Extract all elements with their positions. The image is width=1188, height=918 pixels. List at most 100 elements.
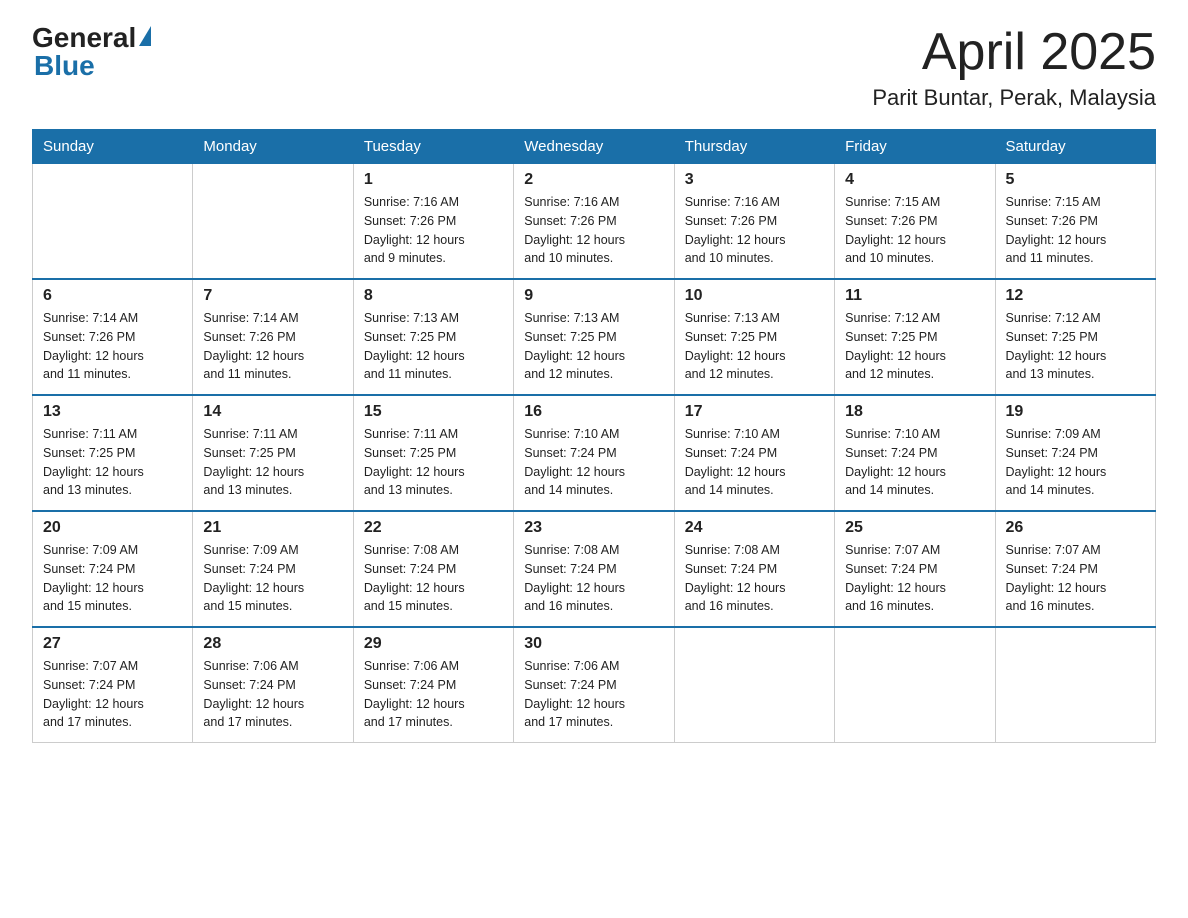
day-number: 18 (845, 403, 984, 421)
day-number: 28 (203, 635, 342, 653)
day-info: Sunrise: 7:11 AM Sunset: 7:25 PM Dayligh… (43, 425, 182, 500)
calendar-header: SundayMondayTuesdayWednesdayThursdayFrid… (33, 130, 1156, 164)
day-info: Sunrise: 7:10 AM Sunset: 7:24 PM Dayligh… (845, 425, 984, 500)
calendar-day-cell: 22 Sunrise: 7:08 AM Sunset: 7:24 PM Dayli… (353, 511, 513, 627)
logo-general: General (32, 24, 136, 52)
calendar-day-cell: 12 Sunrise: 7:12 AM Sunset: 7:25 PM Dayli… (995, 279, 1155, 395)
calendar-day-cell: 15Sunrise: 7:11 AM Sunset: 7:25 PM Dayli… (353, 395, 513, 511)
day-number: 14 (203, 403, 342, 421)
calendar-day-cell: 25Sunrise: 7:07 AM Sunset: 7:24 PM Dayli… (835, 511, 995, 627)
weekday-header-thursday: Thursday (674, 130, 834, 164)
day-number: 23 (524, 519, 663, 537)
weekday-header-row: SundayMondayTuesdayWednesdayThursdayFrid… (33, 130, 1156, 164)
day-number: 22 (364, 519, 503, 537)
day-info: Sunrise: 7:08 AM Sunset: 7:24 PM Dayligh… (364, 541, 503, 616)
calendar-day-cell: 23 Sunrise: 7:08 AM Sunset: 7:24 PM Dayli… (514, 511, 674, 627)
day-info: Sunrise: 7:14 AM Sunset: 7:26 PM Dayligh… (203, 309, 342, 384)
calendar-day-cell: 28 Sunrise: 7:06 AM Sunset: 7:24 PM Dayli… (193, 627, 353, 743)
calendar-day-cell: 3Sunrise: 7:16 AM Sunset: 7:26 PM Daylig… (674, 164, 834, 280)
calendar-day-cell: 4 Sunrise: 7:15 AM Sunset: 7:26 PM Daylig… (835, 164, 995, 280)
page-header: General Blue April 2025 Parit Buntar, Pe… (32, 24, 1156, 111)
calendar-day-cell (674, 627, 834, 743)
calendar-day-cell: 26 Sunrise: 7:07 AM Sunset: 7:24 PM Dayli… (995, 511, 1155, 627)
calendar-day-cell: 8 Sunrise: 7:13 AM Sunset: 7:25 PM Daylig… (353, 279, 513, 395)
calendar-day-cell (995, 627, 1155, 743)
title-block: April 2025 Parit Buntar, Perak, Malaysia (872, 24, 1156, 111)
day-number: 9 (524, 287, 663, 305)
calendar-day-cell: 24Sunrise: 7:08 AM Sunset: 7:24 PM Dayli… (674, 511, 834, 627)
day-info: Sunrise: 7:06 AM Sunset: 7:24 PM Dayligh… (524, 657, 663, 732)
day-number: 7 (203, 287, 342, 305)
calendar-day-cell: 10Sunrise: 7:13 AM Sunset: 7:25 PM Dayli… (674, 279, 834, 395)
calendar-day-cell (193, 164, 353, 280)
day-number: 10 (685, 287, 824, 305)
weekday-header-monday: Monday (193, 130, 353, 164)
weekday-header-sunday: Sunday (33, 130, 193, 164)
calendar-day-cell: 19 Sunrise: 7:09 AM Sunset: 7:24 PM Dayli… (995, 395, 1155, 511)
main-title: April 2025 (872, 24, 1156, 81)
day-info: Sunrise: 7:10 AM Sunset: 7:24 PM Dayligh… (685, 425, 824, 500)
day-number: 2 (524, 171, 663, 189)
calendar-day-cell: 27Sunrise: 7:07 AM Sunset: 7:24 PM Dayli… (33, 627, 193, 743)
day-number: 19 (1006, 403, 1145, 421)
day-number: 27 (43, 635, 182, 653)
day-info: Sunrise: 7:09 AM Sunset: 7:24 PM Dayligh… (203, 541, 342, 616)
day-info: Sunrise: 7:16 AM Sunset: 7:26 PM Dayligh… (364, 193, 503, 268)
calendar-table: SundayMondayTuesdayWednesdayThursdayFrid… (32, 129, 1156, 743)
day-info: Sunrise: 7:12 AM Sunset: 7:25 PM Dayligh… (1006, 309, 1145, 384)
day-number: 24 (685, 519, 824, 537)
day-number: 4 (845, 171, 984, 189)
day-number: 26 (1006, 519, 1145, 537)
day-number: 5 (1006, 171, 1145, 189)
calendar-body: 1 Sunrise: 7:16 AM Sunset: 7:26 PM Daylig… (33, 164, 1156, 743)
calendar-day-cell: 6 Sunrise: 7:14 AM Sunset: 7:26 PM Daylig… (33, 279, 193, 395)
day-number: 15 (364, 403, 503, 421)
calendar-week-row: 6 Sunrise: 7:14 AM Sunset: 7:26 PM Daylig… (33, 279, 1156, 395)
day-info: Sunrise: 7:07 AM Sunset: 7:24 PM Dayligh… (845, 541, 984, 616)
logo-triangle-icon (139, 26, 151, 46)
logo: General Blue (32, 24, 151, 80)
subtitle: Parit Buntar, Perak, Malaysia (872, 85, 1156, 111)
day-number: 11 (845, 287, 984, 305)
day-number: 12 (1006, 287, 1145, 305)
logo-blue: Blue (34, 50, 95, 81)
calendar-day-cell: 18 Sunrise: 7:10 AM Sunset: 7:24 PM Dayli… (835, 395, 995, 511)
day-number: 6 (43, 287, 182, 305)
day-info: Sunrise: 7:11 AM Sunset: 7:25 PM Dayligh… (203, 425, 342, 500)
day-info: Sunrise: 7:07 AM Sunset: 7:24 PM Dayligh… (1006, 541, 1145, 616)
calendar-day-cell: 1 Sunrise: 7:16 AM Sunset: 7:26 PM Daylig… (353, 164, 513, 280)
calendar-day-cell: 16Sunrise: 7:10 AM Sunset: 7:24 PM Dayli… (514, 395, 674, 511)
calendar-day-cell (33, 164, 193, 280)
day-info: Sunrise: 7:06 AM Sunset: 7:24 PM Dayligh… (364, 657, 503, 732)
day-info: Sunrise: 7:06 AM Sunset: 7:24 PM Dayligh… (203, 657, 342, 732)
calendar-day-cell: 14 Sunrise: 7:11 AM Sunset: 7:25 PM Dayli… (193, 395, 353, 511)
day-number: 21 (203, 519, 342, 537)
day-info: Sunrise: 7:13 AM Sunset: 7:25 PM Dayligh… (524, 309, 663, 384)
day-info: Sunrise: 7:12 AM Sunset: 7:25 PM Dayligh… (845, 309, 984, 384)
calendar-week-row: 1 Sunrise: 7:16 AM Sunset: 7:26 PM Daylig… (33, 164, 1156, 280)
weekday-header-friday: Friday (835, 130, 995, 164)
day-number: 17 (685, 403, 824, 421)
day-number: 1 (364, 171, 503, 189)
weekday-header-tuesday: Tuesday (353, 130, 513, 164)
calendar-day-cell: 17 Sunrise: 7:10 AM Sunset: 7:24 PM Dayli… (674, 395, 834, 511)
day-info: Sunrise: 7:16 AM Sunset: 7:26 PM Dayligh… (685, 193, 824, 268)
calendar-day-cell: 11 Sunrise: 7:12 AM Sunset: 7:25 PM Dayli… (835, 279, 995, 395)
day-info: Sunrise: 7:14 AM Sunset: 7:26 PM Dayligh… (43, 309, 182, 384)
calendar-week-row: 13 Sunrise: 7:11 AM Sunset: 7:25 PM Dayli… (33, 395, 1156, 511)
day-info: Sunrise: 7:16 AM Sunset: 7:26 PM Dayligh… (524, 193, 663, 268)
day-info: Sunrise: 7:15 AM Sunset: 7:26 PM Dayligh… (845, 193, 984, 268)
day-info: Sunrise: 7:13 AM Sunset: 7:25 PM Dayligh… (364, 309, 503, 384)
weekday-header-saturday: Saturday (995, 130, 1155, 164)
calendar-day-cell: 29Sunrise: 7:06 AM Sunset: 7:24 PM Dayli… (353, 627, 513, 743)
day-number: 16 (524, 403, 663, 421)
calendar-day-cell: 20Sunrise: 7:09 AM Sunset: 7:24 PM Dayli… (33, 511, 193, 627)
day-number: 13 (43, 403, 182, 421)
calendar-day-cell: 21 Sunrise: 7:09 AM Sunset: 7:24 PM Dayli… (193, 511, 353, 627)
calendar-day-cell: 7 Sunrise: 7:14 AM Sunset: 7:26 PM Daylig… (193, 279, 353, 395)
day-number: 20 (43, 519, 182, 537)
day-info: Sunrise: 7:08 AM Sunset: 7:24 PM Dayligh… (524, 541, 663, 616)
day-info: Sunrise: 7:09 AM Sunset: 7:24 PM Dayligh… (1006, 425, 1145, 500)
day-number: 30 (524, 635, 663, 653)
day-number: 8 (364, 287, 503, 305)
